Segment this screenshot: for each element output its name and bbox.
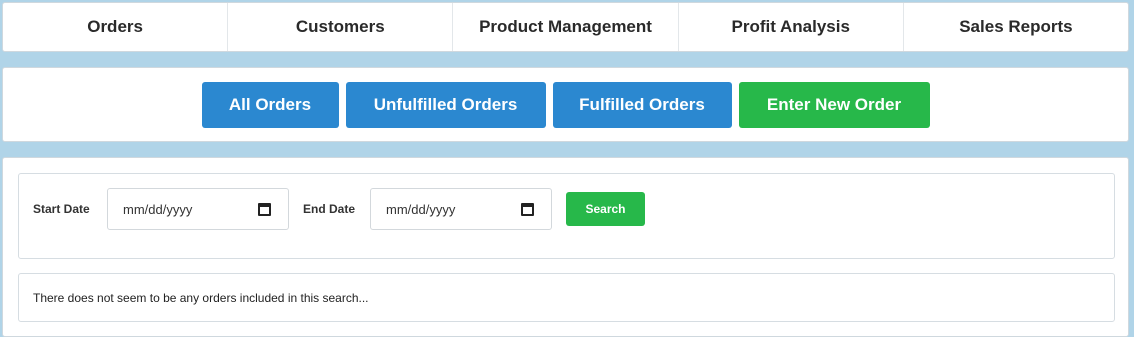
calendar-icon[interactable]	[258, 203, 271, 216]
page: Orders Customers Product Management Prof…	[0, 0, 1134, 337]
top-navigation: Orders Customers Product Management Prof…	[2, 2, 1129, 52]
search-panel: Start Date mm/dd/yyyy End Date mm/dd/yyy…	[2, 157, 1129, 337]
nav-item-customers[interactable]: Customers	[228, 3, 454, 51]
date-search-form: Start Date mm/dd/yyyy End Date mm/dd/yyy…	[18, 173, 1115, 259]
end-date-placeholder: mm/dd/yyyy	[386, 201, 456, 217]
nav-item-product-management[interactable]: Product Management	[453, 3, 679, 51]
start-date-placeholder: mm/dd/yyyy	[123, 201, 193, 217]
end-date-input[interactable]: mm/dd/yyyy	[370, 188, 552, 230]
nav-item-profit-analysis[interactable]: Profit Analysis	[679, 3, 904, 51]
search-button[interactable]: Search	[566, 192, 645, 226]
start-date-input[interactable]: mm/dd/yyyy	[107, 188, 289, 230]
fulfilled-orders-button[interactable]: Fulfilled Orders	[552, 81, 732, 128]
search-results: There does not seem to be any orders inc…	[18, 273, 1115, 322]
enter-new-order-button[interactable]: Enter New Order	[738, 81, 930, 128]
nav-item-sales-reports[interactable]: Sales Reports	[904, 3, 1128, 51]
end-date-label: End Date	[303, 202, 356, 216]
unfulfilled-orders-button[interactable]: Unfulfilled Orders	[345, 81, 546, 128]
no-results-message: There does not seem to be any orders inc…	[33, 290, 369, 305]
order-action-bar: All Orders Unfulfilled Orders Fulfilled …	[2, 67, 1129, 142]
start-date-label: Start Date	[33, 202, 90, 216]
calendar-icon[interactable]	[521, 203, 534, 216]
all-orders-button[interactable]: All Orders	[201, 81, 339, 128]
nav-item-orders[interactable]: Orders	[3, 3, 229, 51]
